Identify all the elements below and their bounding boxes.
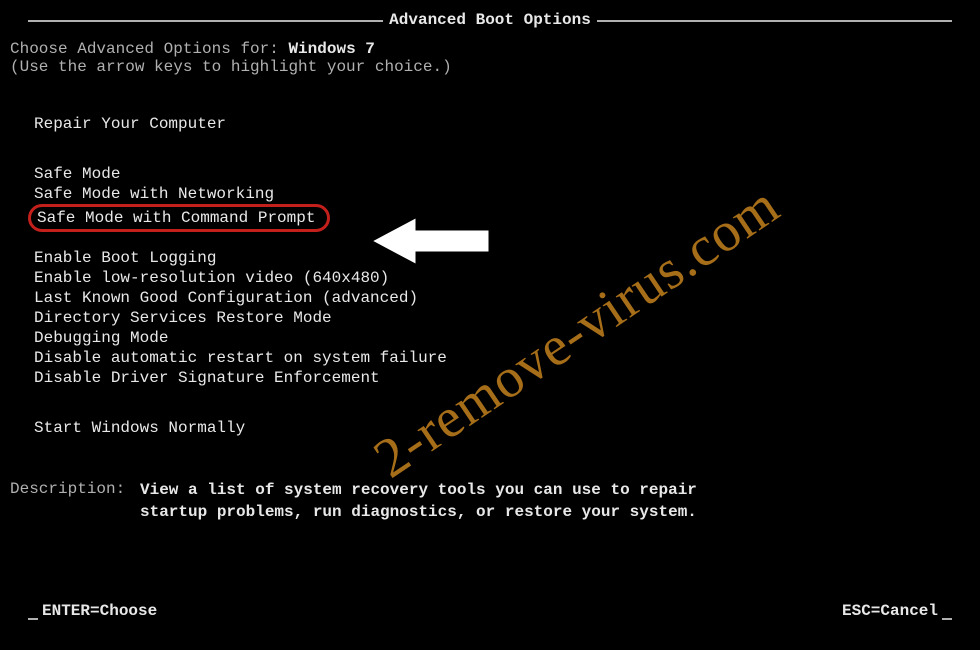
footer-bar: ENTER=Choose ESC=Cancel xyxy=(38,602,942,620)
footer-enter: ENTER=Choose xyxy=(42,602,157,620)
footer-esc: ESC=Cancel xyxy=(842,602,938,620)
screen-frame xyxy=(28,20,952,620)
menu-item-safe-mode-cmd[interactable]: Safe Mode with Command Prompt xyxy=(28,204,330,232)
page-title: Advanced Boot Options xyxy=(383,11,597,29)
highlighted-menu-item-wrap: Safe Mode with Command Prompt xyxy=(34,204,330,232)
